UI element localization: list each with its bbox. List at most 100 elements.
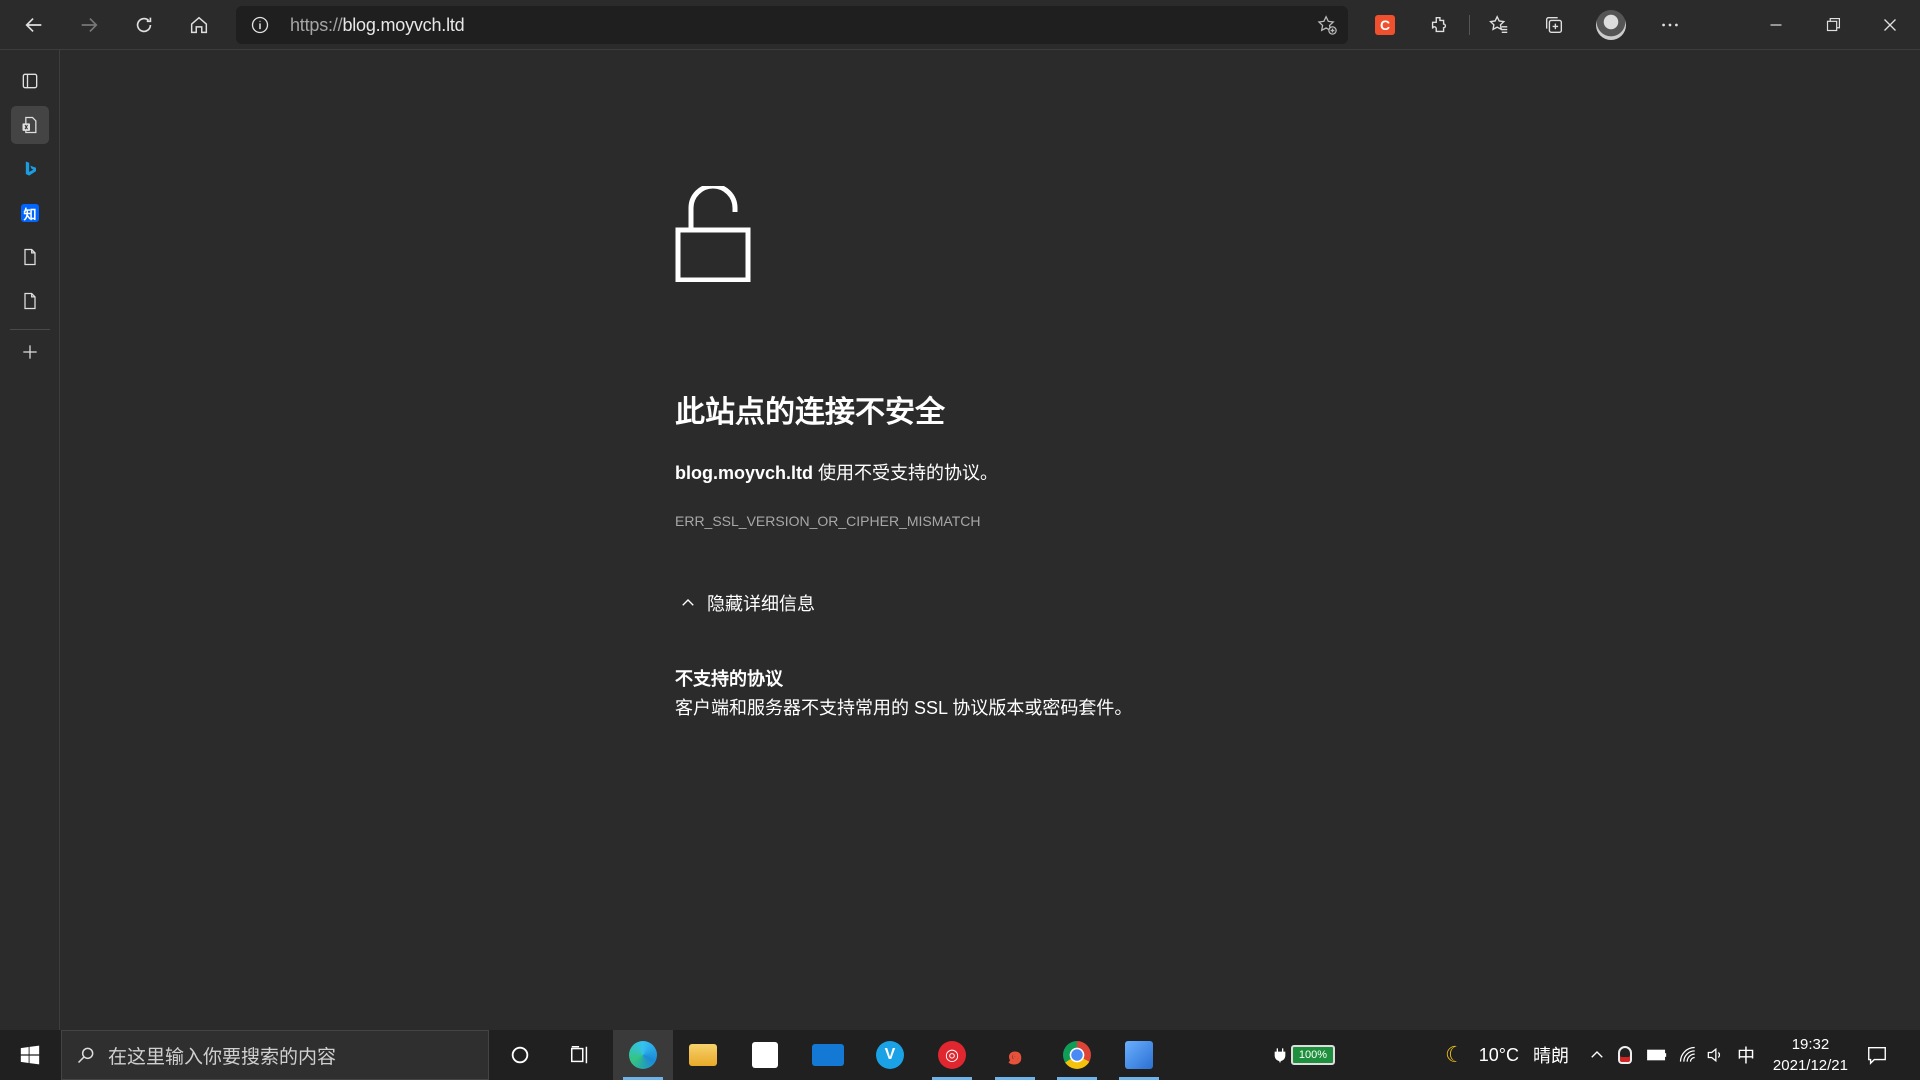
favorites-button[interactable] [1482, 8, 1516, 42]
ime-indicator[interactable]: 中 [1737, 1030, 1755, 1080]
home-button[interactable] [182, 8, 216, 42]
hide-details-label: 隐藏详细信息 [707, 594, 815, 614]
sidebar-item-zhihu[interactable]: 知 [11, 194, 49, 232]
extensions-button[interactable] [1422, 8, 1456, 42]
sidebar-divider [10, 329, 50, 330]
mail-icon [812, 1044, 844, 1066]
puzzle-icon [1431, 16, 1447, 33]
sidebar-item-document-1[interactable] [11, 238, 49, 276]
taskbar-app-spiral[interactable]: ๑ [985, 1030, 1045, 1080]
power-plug-icon [1274, 1048, 1286, 1063]
sidebar-item-document-2[interactable] [11, 282, 49, 320]
profile-button[interactable] [1594, 8, 1628, 42]
action-center-button[interactable] [1866, 1030, 1888, 1080]
sidebar-item-office[interactable] [11, 106, 49, 144]
back-button[interactable] [17, 8, 51, 42]
error-description: blog.moyvch.ltd 使用不受支持的协议。 [675, 459, 998, 485]
error-host: blog.moyvch.ltd [675, 463, 814, 483]
tabs-icon [22, 73, 38, 89]
refresh-button[interactable] [127, 8, 161, 42]
collections-button[interactable] [1537, 8, 1571, 42]
battery-tray-button[interactable] [1646, 1030, 1668, 1080]
battery-indicator[interactable]: 100% [1272, 1030, 1335, 1080]
taskbar-app-mail[interactable] [798, 1030, 858, 1080]
add-favorite-icon[interactable] [1316, 14, 1338, 36]
info-icon[interactable] [250, 15, 270, 35]
netease-music-icon: ◎ [938, 1041, 966, 1069]
collections-icon [1545, 16, 1563, 34]
detail-text: 客户端和服务器不支持常用的 SSL 协议版本或密码套件。 [675, 698, 1133, 718]
taskbar-app-file-explorer[interactable] [673, 1030, 733, 1080]
taskbar: 在这里输入你要搜索的内容 V ◎ ๑ 100% ☾ 10°C 晴朗 中 19:3… [0, 1030, 1920, 1080]
taskbar-app-chrome[interactable] [1047, 1030, 1107, 1080]
chrome-icon [1063, 1041, 1091, 1069]
speaker-icon [1707, 1047, 1721, 1063]
unlocked-padlock-icon [675, 186, 751, 282]
wifi-icon [1679, 1046, 1695, 1062]
url-text[interactable]: https://blog.moyvch.ltd [290, 15, 465, 36]
home-icon [190, 16, 208, 34]
taskbar-app-editor[interactable] [1109, 1030, 1169, 1080]
detail-title: 不支持的协议 [675, 669, 783, 689]
bing-icon [25, 161, 36, 176]
system-clock[interactable]: 19:32 2021/12/21 [1773, 1034, 1848, 1076]
avatar [1596, 10, 1626, 40]
weather-description: 晴朗 [1532, 1046, 1569, 1066]
refresh-icon [136, 17, 152, 33]
settings-more-button[interactable] [1653, 8, 1687, 42]
qq-tray-button[interactable] [1618, 1030, 1632, 1080]
sidebar-add-button[interactable] [11, 333, 49, 371]
taskbar-app-store[interactable] [735, 1030, 795, 1080]
v-app-icon: V [876, 1041, 904, 1069]
browser-toolbar: https://blog.moyvch.ltd C [0, 0, 1920, 50]
forward-button[interactable] [72, 8, 106, 42]
store-icon [752, 1042, 778, 1068]
sidebar-item-bing[interactable] [11, 150, 49, 188]
notification-icon [1868, 1046, 1886, 1065]
zhihu-icon: 知 [21, 204, 39, 222]
show-hidden-icons-button[interactable] [1588, 1030, 1606, 1080]
editor-app-icon [1125, 1041, 1153, 1069]
cortana-button[interactable] [490, 1030, 550, 1080]
battery-icon [1647, 1049, 1667, 1061]
close-icon [1884, 19, 1896, 31]
document-icon [24, 292, 36, 310]
restore-button[interactable] [1816, 8, 1850, 42]
arrow-left-icon [25, 17, 42, 33]
windows-icon [20, 1045, 40, 1065]
network-tray-button[interactable] [1678, 1030, 1698, 1080]
page-title: 此站点的连接不安全 [675, 396, 945, 429]
sidebar-item-tabs[interactable] [11, 62, 49, 100]
minimize-icon [1770, 24, 1782, 26]
spiral-app-icon: ๑ [1006, 1039, 1024, 1070]
extension-c-icon: C [1375, 15, 1395, 35]
edge-icon [629, 1041, 657, 1069]
taskbar-app-netease-music[interactable]: ◎ [922, 1030, 982, 1080]
taskbar-app-edge[interactable] [613, 1030, 673, 1080]
task-view-button[interactable] [550, 1030, 610, 1080]
weather-temperature: 10°C [1478, 1044, 1519, 1065]
cortana-icon [511, 1046, 529, 1064]
task-view-icon [571, 1046, 588, 1064]
error-description-text: 使用不受支持的协议。 [813, 463, 999, 483]
chevron-up-icon [682, 599, 694, 606]
weather-widget[interactable]: ☾ 10°C 晴朗 [1445, 1030, 1569, 1080]
battery-level-badge: 100% [1291, 1045, 1335, 1065]
close-button[interactable] [1873, 8, 1907, 42]
ime-mode: 中 [1737, 1046, 1755, 1066]
error-code: ERR_SSL_VERSION_OR_CIPHER_MISMATCH [675, 513, 981, 529]
address-bar[interactable]: https://blog.moyvch.ltd [236, 6, 1348, 44]
extension-c-button[interactable]: C [1368, 8, 1402, 42]
taskbar-app-v[interactable]: V [860, 1030, 920, 1080]
moon-icon: ☾ [1445, 1042, 1465, 1067]
volume-tray-button[interactable] [1705, 1030, 1725, 1080]
favorites-icon [1489, 15, 1508, 34]
minimize-button[interactable] [1759, 8, 1793, 42]
start-button[interactable] [10, 1030, 50, 1080]
add-icon [23, 345, 37, 359]
taskbar-search-box[interactable]: 在这里输入你要搜索的内容 [61, 1030, 489, 1080]
chevron-up-icon [1591, 1051, 1603, 1058]
url-protocol: https:// [290, 15, 343, 35]
hide-details-button[interactable]: 隐藏详细信息 [675, 590, 815, 616]
more-icon [1662, 23, 1678, 27]
